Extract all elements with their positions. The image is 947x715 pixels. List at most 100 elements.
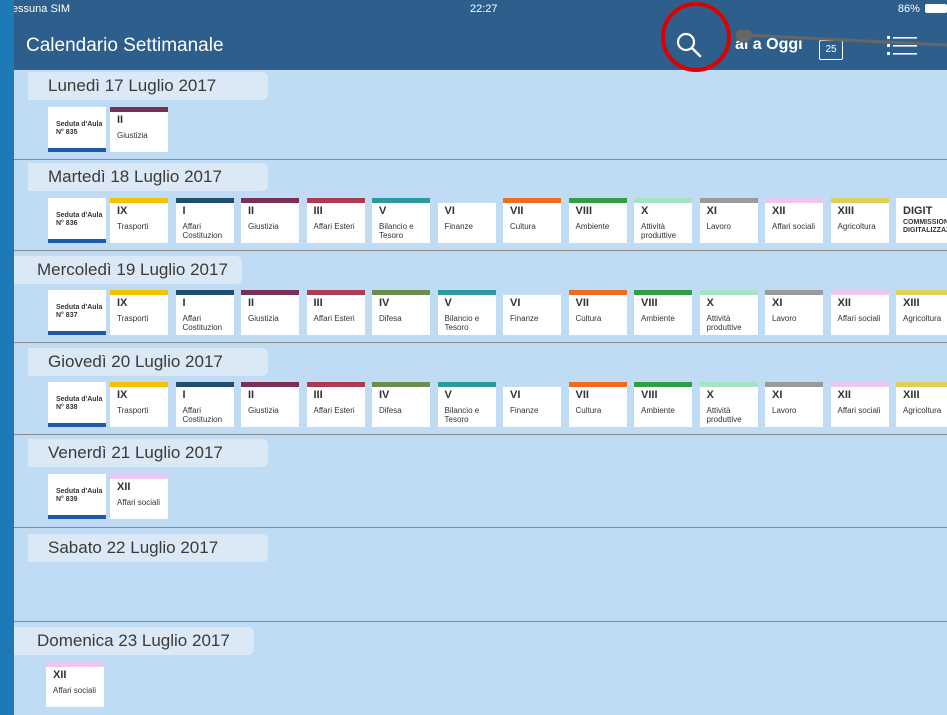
commission-card[interactable]: III Affari Esteri (306, 382, 365, 427)
commission-label: Ambiente (575, 222, 610, 231)
commission-card[interactable]: X Attività produttive (699, 382, 758, 427)
commission-number: DIGIT (903, 205, 933, 217)
commission-card[interactable]: XI Lavoro (765, 382, 823, 427)
commission-card[interactable]: VIII Ambiente (568, 198, 627, 243)
day-divider (14, 342, 947, 343)
commission-card[interactable]: XII Affari sociali (765, 198, 823, 243)
commission-label: Cultura (575, 406, 602, 415)
commission-number: XII (837, 389, 851, 401)
commission-card[interactable]: VII Cultura (503, 198, 561, 243)
commission-label: COMMISSIONE DIGITALIZZAZIONE (903, 219, 947, 234)
battery-percent: 86% (897, 3, 920, 15)
commission-card[interactable]: IX Trasporti (110, 198, 168, 243)
seduta-card[interactable]: Seduta d'Aula N° 836 (48, 198, 106, 243)
commission-card[interactable]: XI Lavoro (699, 198, 758, 243)
day-header: Venerdì 21 Luglio 2017 (28, 439, 268, 467)
commission-label: Bilancio e Tesoro (444, 406, 480, 424)
seduta-label: Seduta d'Aula N° 836 (56, 212, 103, 227)
seduta-label: Seduta d'Aula N° 838 (56, 396, 103, 411)
commission-color-bar (568, 198, 627, 203)
commission-label: Lavoro (772, 406, 797, 415)
commission-card[interactable]: V Bilancio e Tesoro (437, 290, 496, 335)
commission-number: VII (575, 297, 589, 309)
commission-card[interactable]: II Giustizia (110, 107, 168, 152)
seduta-card[interactable]: Seduta d'Aula N° 838 (48, 382, 106, 427)
seduta-card[interactable]: Seduta d'Aula N° 839 (48, 474, 106, 519)
commission-color-bar (699, 198, 758, 203)
commission-color-bar (46, 662, 104, 667)
commission-card[interactable]: II Giustizia (241, 382, 299, 427)
commission-card[interactable]: XIII Agricoltura (896, 382, 947, 427)
commission-card[interactable]: II Giustizia (241, 198, 299, 243)
commission-label: Difesa (379, 314, 402, 323)
day-header: Mercoledì 19 Luglio 2017 (14, 256, 242, 284)
commission-label: Finanze (444, 222, 473, 231)
commission-label: Cultura (510, 222, 536, 231)
commission-card[interactable]: XII Affari sociali (830, 290, 889, 335)
commission-card[interactable]: IV Difesa (372, 382, 430, 427)
commission-card[interactable]: V Bilancio e Tesoro (372, 198, 430, 243)
commission-card[interactable]: XII Affari sociali (46, 662, 104, 707)
commission-color-bar (830, 382, 889, 387)
battery-icon (925, 4, 947, 13)
day-header: Lunedì 17 Luglio 2017 (28, 72, 268, 100)
commission-color-bar (110, 107, 168, 112)
commission-label: Difesa (379, 406, 402, 415)
commission-color-bar (699, 382, 758, 387)
commission-number: V (444, 389, 452, 401)
day-header: Martedì 18 Luglio 2017 (28, 163, 268, 191)
seduta-label: Seduta d'Aula N° 835 (56, 121, 103, 136)
status-bar: Nessuna SIM 22:27 86% (14, 0, 947, 20)
commission-card[interactable]: XIII Agricoltura (830, 198, 889, 243)
commission-card[interactable]: VII Cultura (568, 290, 627, 335)
commission-card[interactable]: XIII Agricoltura (896, 290, 947, 335)
commission-card[interactable]: III Affari Esteri (306, 290, 365, 335)
commission-color-bar (765, 290, 823, 295)
commission-number: II (248, 389, 255, 401)
commission-card[interactable]: VI Finanze (437, 198, 496, 243)
commission-label: Attività produttive (706, 314, 742, 332)
commission-color-bar (437, 290, 496, 295)
commission-number: VI (444, 205, 455, 217)
commission-card[interactable]: IX Trasporti (110, 290, 168, 335)
commission-number: XIII (837, 205, 855, 217)
commission-card[interactable]: IV Difesa (372, 290, 430, 335)
commission-card[interactable]: XII Affari sociali (830, 382, 889, 427)
commission-color-bar (765, 198, 823, 203)
commission-label: Affari Esteri (313, 406, 355, 415)
commission-number: IX (117, 205, 128, 217)
commission-number: XI (772, 389, 783, 401)
commission-card[interactable]: VI Finanze (503, 290, 561, 335)
commission-label: Agricoltura (903, 406, 942, 415)
commission-card[interactable]: III Affari Esteri (306, 198, 365, 243)
seduta-card[interactable]: Seduta d'Aula N° 837 (48, 290, 106, 335)
commission-color-bar (241, 290, 299, 295)
commission-card[interactable]: DIGIT COMMISSIONE DIGITALIZZAZIONE (896, 198, 947, 243)
commission-card[interactable]: I Affari Costituzion (175, 198, 234, 243)
commission-card[interactable]: XII Affari sociali (110, 474, 168, 519)
seduta-card[interactable]: Seduta d'Aula N° 835 (48, 107, 106, 152)
commission-card[interactable]: X Attività produttive (634, 198, 692, 243)
commission-number: III (313, 389, 323, 401)
commission-color-bar (110, 198, 168, 203)
commission-card[interactable]: VIII Ambiente (634, 290, 692, 335)
commission-color-bar (896, 198, 947, 203)
commission-label: Ambiente (641, 314, 675, 323)
commission-card[interactable]: VII Cultura (568, 382, 627, 427)
day-header: Giovedì 20 Luglio 2017 (28, 348, 268, 376)
commission-card[interactable]: I Affari Costituzion (175, 290, 234, 335)
commission-card[interactable]: I Affari Costituzion (175, 382, 234, 427)
commission-card[interactable]: IX Trasporti (110, 382, 168, 427)
commission-number: VII (575, 389, 589, 401)
commission-color-bar (437, 382, 496, 387)
commission-number: XI (772, 297, 783, 309)
commission-card[interactable]: II Giustizia (241, 290, 299, 335)
commission-card[interactable]: V Bilancio e Tesoro (437, 382, 496, 427)
commission-label: Affari Costituzion (182, 406, 223, 424)
commission-card[interactable]: VI Finanze (503, 382, 561, 427)
commission-label: Finanze (510, 406, 539, 415)
commission-label: Ambiente (641, 406, 675, 415)
commission-card[interactable]: VIII Ambiente (634, 382, 692, 427)
commission-card[interactable]: XI Lavoro (765, 290, 823, 335)
commission-card[interactable]: X Attività produttive (699, 290, 758, 335)
